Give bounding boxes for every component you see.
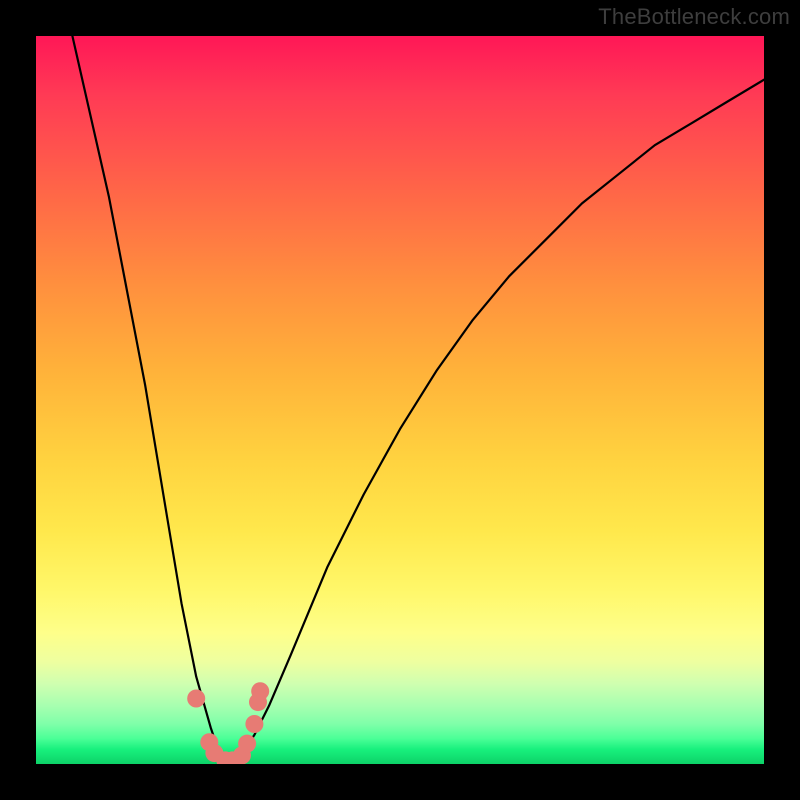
curve-marker: [238, 735, 256, 753]
bottleneck-curve: [36, 36, 764, 764]
chart-frame: TheBottleneck.com: [0, 0, 800, 800]
curve-marker: [245, 715, 263, 733]
curve-marker: [251, 682, 269, 700]
plot-area: [36, 36, 764, 764]
curve-markers: [187, 682, 269, 764]
curve-marker: [187, 690, 205, 708]
watermark-text: TheBottleneck.com: [598, 4, 790, 30]
